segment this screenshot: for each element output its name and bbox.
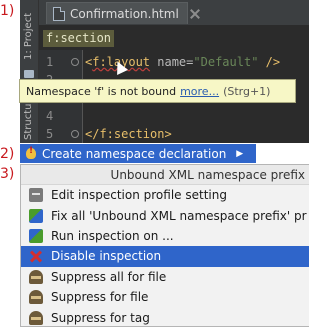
suppress-icon [29,269,43,284]
error-tooltip: Namespace 'f' is not bound more... (Strg… [19,79,296,103]
ide-editor: 1: Project Structure Confirmation.html f… [20,0,309,143]
file-tab-title: Confirmation.html [70,6,179,21]
code-line-5[interactable]: </f:section> [85,127,172,141]
run-inspection-icon [29,228,43,243]
intention-action-item[interactable]: Create namespace declaration ▶ [20,144,256,163]
menu-item-disable-inspection[interactable]: Disable inspection [21,246,309,267]
menu-item-suppress-file[interactable]: Suppress for file [21,287,309,307]
menu-item-fix-all[interactable]: Fix all 'Unbound XML namespace prefix' p… [21,205,309,225]
menu-item-label: Suppress all for file [51,269,167,284]
menu-item-edit-profile[interactable]: Edit inspection profile setting [21,185,309,205]
menu-item-label: Fix all 'Unbound XML namespace prefix' p… [51,208,307,223]
disable-icon [29,249,43,263]
html-file-icon [53,6,65,21]
step-3-annotation: 3) [0,166,15,182]
menu-item-label: Edit inspection profile setting [51,188,227,203]
lightbulb-icon [26,146,36,159]
submenu-header: Unbound XML namespace prefix [21,165,309,185]
inspection-submenu: Unbound XML namespace prefix Edit inspec… [20,164,309,327]
breadcrumb[interactable]: f:section [43,30,115,47]
project-tool-tab[interactable]: 1: Project [23,5,34,60]
step-2-annotation: 2) [0,146,15,162]
tooltip-message: Namespace 'f' is not bound [26,84,177,98]
tooltip-shortcut: (Strg+1) [223,84,271,98]
menu-item-label: Disable inspection [51,249,162,264]
intention-action-label: Create namespace declaration [42,146,227,161]
breadcrumb-bar: f:section [39,27,309,49]
tooltip-more-link[interactable]: more... [180,85,219,98]
fix-all-icon [29,208,43,223]
editor-tab-bar: Confirmation.html [39,0,309,26]
menu-item-run-inspection[interactable]: Run inspection on ... [21,226,309,246]
suppress-icon [29,290,43,305]
fold-marker-icon[interactable] [71,130,79,138]
file-tab[interactable]: Confirmation.html [46,2,188,24]
close-icon[interactable] [189,8,201,20]
submenu-arrow-icon[interactable]: ▶ [236,149,243,159]
menu-item-suppress-all-file[interactable]: Suppress all for file [21,267,309,287]
tool-window-strip: 1: Project Structure [20,0,39,143]
line-number: 1 [46,55,54,69]
line-number: 5 [46,127,54,141]
menu-item-label: Suppress for file [51,290,149,305]
line-number: 4 [46,109,54,123]
edit-icon [29,188,43,203]
suppress-icon [29,310,43,325]
step-1-annotation: 1) [0,3,15,19]
menu-item-label: Suppress for tag [51,310,150,325]
menu-item-suppress-tag[interactable]: Suppress for tag [21,307,309,326]
menu-item-label: Run inspection on ... [51,228,174,243]
fold-marker-icon[interactable] [71,58,79,66]
tool-icon[interactable] [24,70,34,78]
